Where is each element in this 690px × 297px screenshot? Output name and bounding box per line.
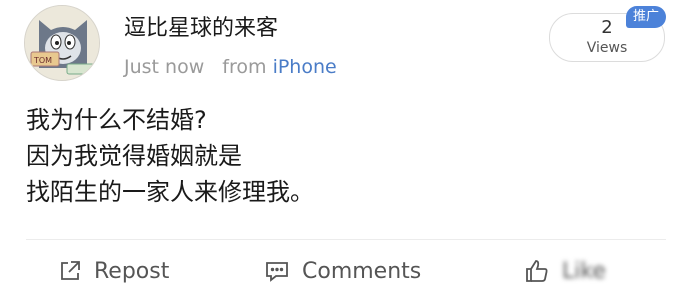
source-prefix: from [222,56,267,78]
author-avatar[interactable]: TOM [24,5,100,81]
tom-cat-avatar-icon: TOM [25,6,99,80]
repost-label: Repost [94,258,170,284]
like-label: Like [562,258,606,284]
action-divider [26,239,666,240]
thumbs-up-icon [526,260,548,282]
comment-icon [266,262,288,282]
repost-button[interactable]: Repost [58,255,169,287]
post-meta: Just now from iPhone [124,53,337,81]
comments-button[interactable]: Comments [264,255,421,287]
comments-label: Comments [302,258,422,284]
author-name[interactable]: 逗比星球的来客 [124,14,278,44]
like-button[interactable]: Like [524,255,606,287]
source-link[interactable]: iPhone [273,56,337,78]
post-time: Just now [124,56,205,78]
views-label: Views [586,40,628,56]
post-text-line: 我为什么不结婚? [26,106,207,134]
post-content: 我为什么不结婚? 因为我觉得婚姻就是 找陌生的一家人来修理我。 [26,102,666,210]
repost-icon [61,261,80,280]
post-text-line: 因为我觉得婚姻就是 [26,142,242,170]
post-text-line: 找陌生的一家人来修理我。 [26,178,314,206]
promo-badge[interactable]: 推广 [626,6,666,28]
svg-text:TOM: TOM [33,56,52,65]
